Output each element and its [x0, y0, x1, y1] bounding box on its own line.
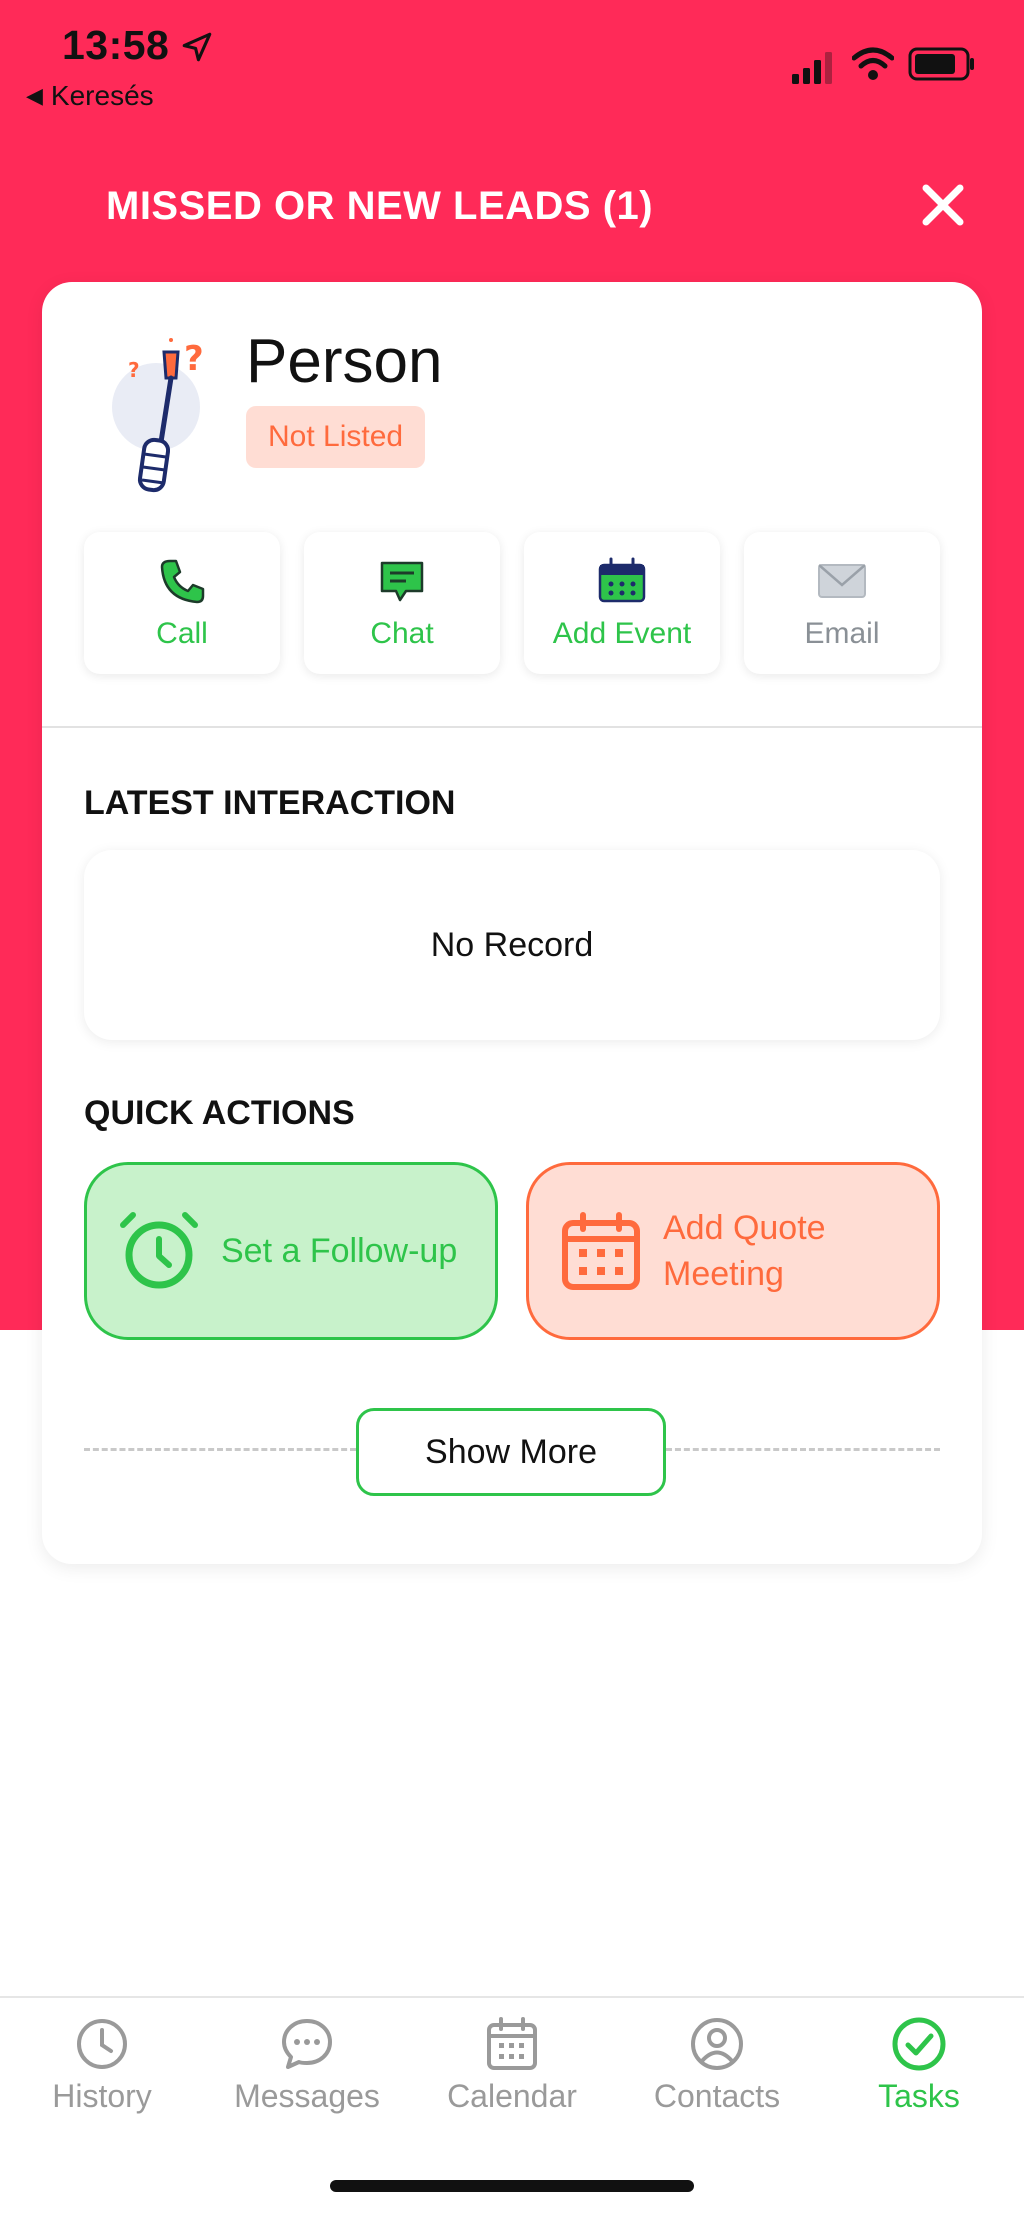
contact-actions: Call Chat Add Event Email: [84, 532, 940, 674]
tab-calendar[interactable]: Calendar: [422, 2016, 602, 2115]
battery-icon: [908, 47, 974, 81]
divider: [42, 726, 982, 728]
back-label: Keresés: [50, 80, 154, 111]
add-quote-meeting-button[interactable]: Add Quote Meeting: [526, 1162, 940, 1340]
home-indicator[interactable]: [330, 2180, 694, 2192]
calendar-icon: [598, 557, 646, 603]
follow-up-label: Set a Follow-up: [221, 1232, 458, 1270]
tab-messages[interactable]: Messages: [217, 2016, 397, 2115]
add-event-label: Add Event: [552, 617, 692, 650]
back-link[interactable]: ◀ Keresés: [26, 80, 154, 112]
check-circle-icon: [892, 2017, 946, 2071]
call-button[interactable]: Call: [84, 532, 280, 674]
svg-text:?: ?: [128, 358, 140, 382]
chat-button[interactable]: Chat: [304, 532, 500, 674]
calendar-grid-icon: [562, 1212, 640, 1290]
email-label: Email: [804, 617, 880, 650]
page-title: MISSED OR NEW LEADS (1): [106, 184, 654, 228]
tab-tasks[interactable]: Tasks: [829, 2016, 1009, 2115]
set-follow-up-button[interactable]: Set a Follow-up: [84, 1162, 498, 1340]
tab-tasks-label: Tasks: [878, 2078, 960, 2114]
latest-interaction-box: No Record: [84, 850, 940, 1040]
tab-history-label: History: [52, 2078, 152, 2114]
back-arrow-icon: ◀: [26, 83, 43, 108]
clock-icon: [77, 2019, 127, 2069]
status-badge: Not Listed: [246, 406, 426, 468]
quick-actions-heading: QUICK ACTIONS: [84, 1094, 355, 1132]
screwdriver-question-icon: ? ?: [112, 338, 204, 493]
dashed-separator-left: [84, 1448, 356, 1451]
lead-name: Person: [246, 327, 443, 396]
show-more-button[interactable]: Show More: [356, 1408, 666, 1496]
phone-icon: [160, 559, 205, 604]
svg-text:?: ?: [184, 339, 204, 379]
email-button[interactable]: Email: [744, 532, 940, 674]
no-record-text: No Record: [430, 925, 594, 964]
lead-card: ? ? Person Not Listed Call Chat Add Even…: [42, 282, 982, 1564]
close-icon[interactable]: [918, 180, 968, 230]
status-time: 13:58: [62, 22, 170, 68]
dashed-separator-right: [666, 1448, 940, 1451]
latest-interaction-heading: LATEST INTERACTION: [84, 784, 456, 822]
add-event-button[interactable]: Add Event: [524, 532, 720, 674]
tab-history[interactable]: History: [12, 2016, 192, 2115]
tab-contacts-label: Contacts: [653, 2078, 781, 2114]
user-circle-icon: [691, 2018, 743, 2070]
message-bubble-icon: [282, 2019, 332, 2069]
chat-bubble-icon: [380, 561, 424, 602]
tab-contacts[interactable]: Contacts: [627, 2016, 807, 2115]
location-arrow-icon: [182, 32, 212, 62]
envelope-icon: [818, 564, 866, 598]
tab-messages-label: Messages: [234, 2078, 380, 2114]
call-label: Call: [156, 617, 208, 650]
cellular-signal-icon: [792, 52, 832, 84]
calendar-icon: [487, 2017, 537, 2070]
tab-calendar-label: Calendar: [447, 2078, 577, 2114]
quote-meeting-label: Add Quote Meeting: [663, 1209, 826, 1293]
alarm-clock-icon: [120, 1212, 198, 1289]
wifi-icon: [852, 47, 894, 80]
chat-label: Chat: [370, 617, 434, 650]
